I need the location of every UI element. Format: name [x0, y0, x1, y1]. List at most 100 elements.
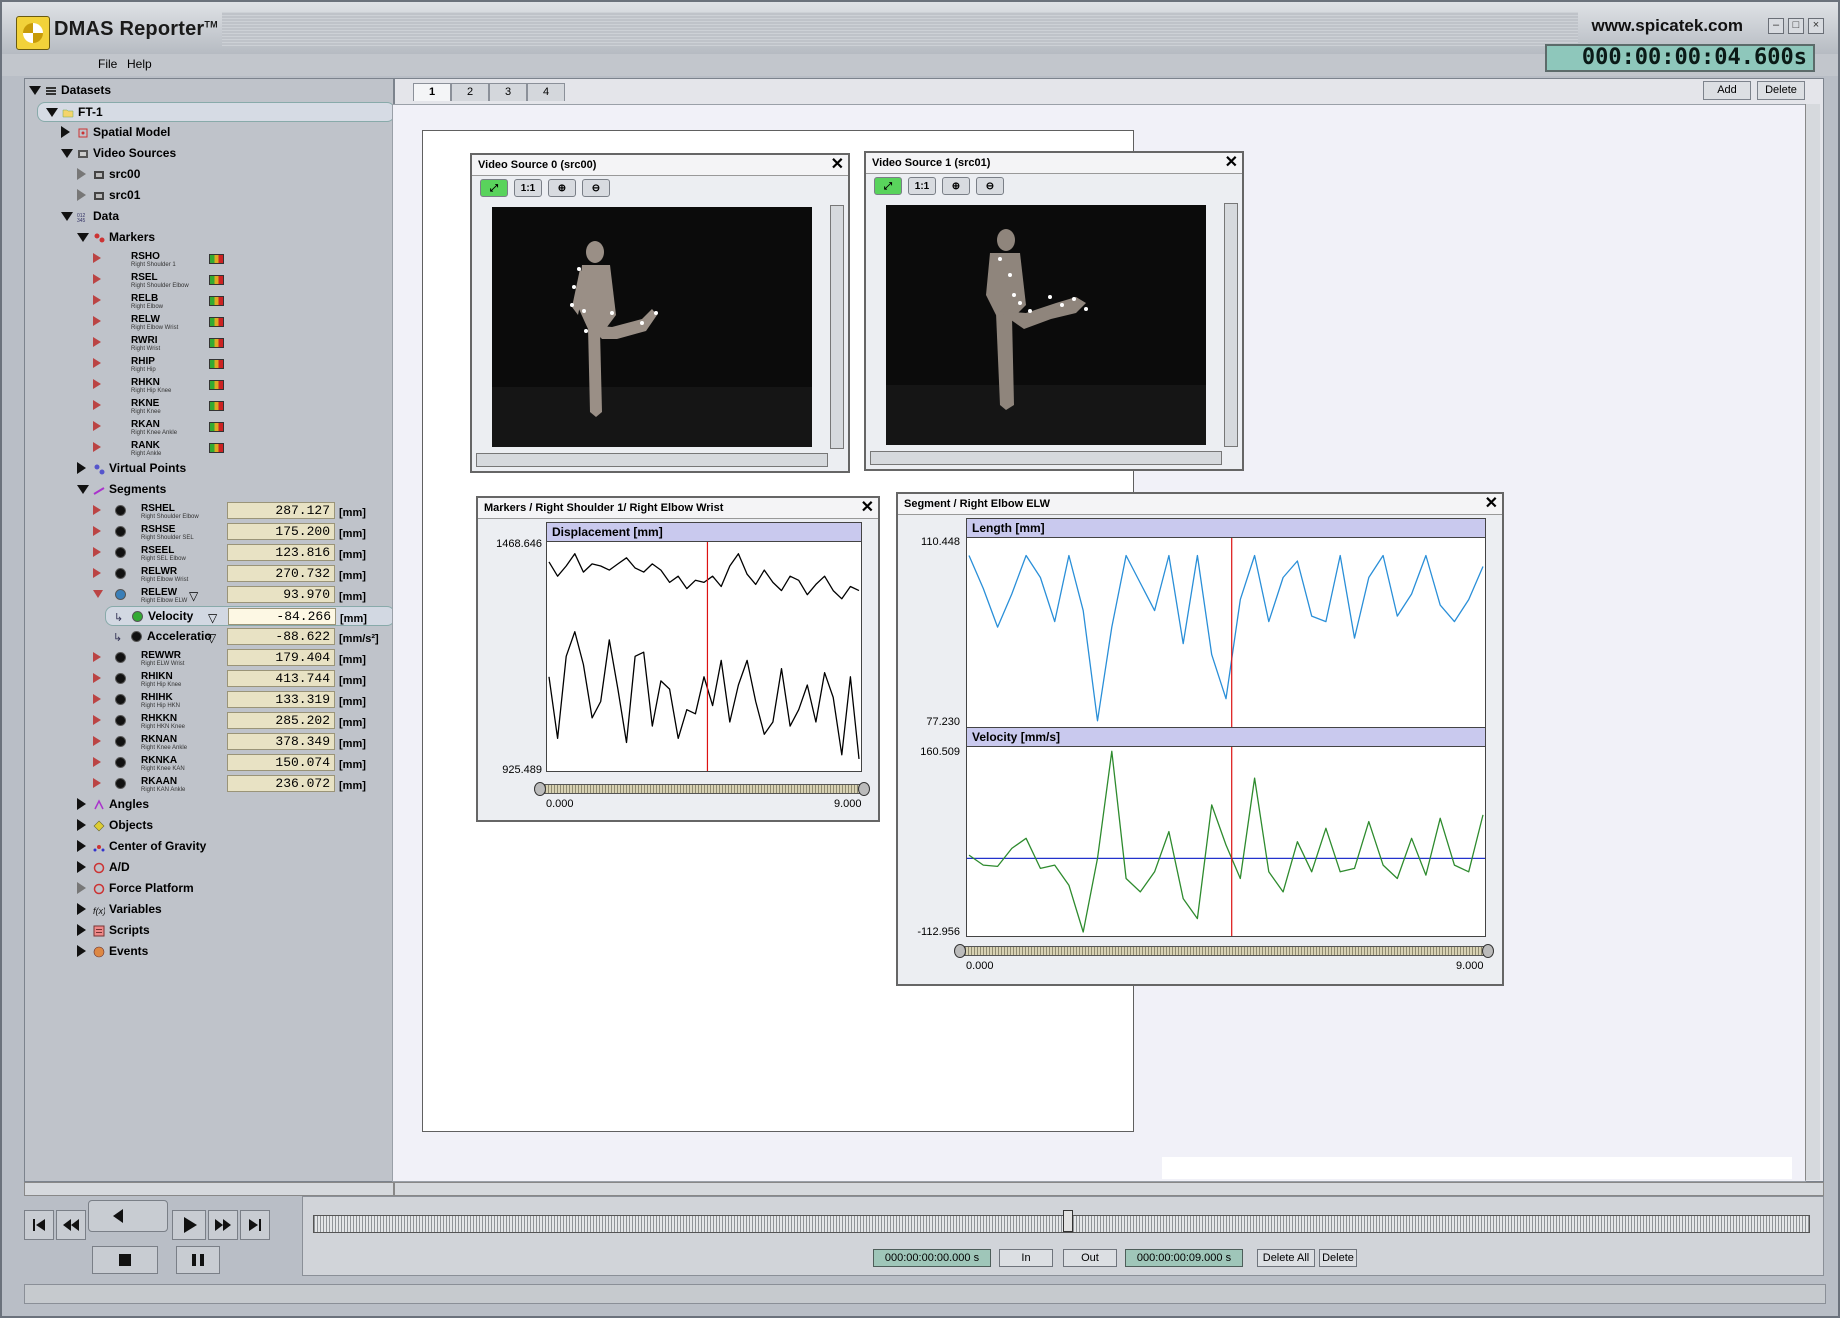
marker-item[interactable]: RKNE Right Knee: [25, 396, 393, 415]
expand-right-icon[interactable]: [93, 295, 101, 305]
video-panel-0[interactable]: Video Source 0 (src00) ✕ ⤢ 1:1 ⊕ ⊖: [470, 153, 850, 473]
tab-1[interactable]: 1: [413, 83, 451, 101]
expand-right-icon[interactable]: [61, 126, 70, 138]
filter-icon[interactable]: ▽: [208, 609, 217, 627]
expand-icon[interactable]: [93, 568, 101, 578]
in-button[interactable]: In: [999, 1249, 1053, 1267]
range-end-handle[interactable]: [1482, 944, 1494, 958]
tree-variables[interactable]: f(x) Variables: [25, 900, 393, 918]
video-0-hscroll[interactable]: [476, 453, 828, 467]
expand-right-icon[interactable]: [77, 798, 86, 810]
velocity-item[interactable]: ↳ Velocity ▽ -84.266 [mm]: [105, 606, 393, 627]
segment-item[interactable]: RHIHK Right Hip HKN 133.319 [mm]: [25, 690, 393, 709]
segment-item[interactable]: RSEEL Right SEL Elbow 123.816 [mm]: [25, 543, 393, 562]
tree-src01[interactable]: src01: [25, 186, 393, 204]
marker-item[interactable]: RKAN Right Knee Ankle: [25, 417, 393, 436]
menu-file[interactable]: File: [98, 57, 117, 71]
close-icon[interactable]: ✕: [831, 156, 844, 174]
zoom-in-icon[interactable]: ⊕: [942, 177, 970, 195]
range-start-handle[interactable]: [954, 944, 966, 958]
expand-right-icon[interactable]: [93, 421, 101, 431]
fit-icon[interactable]: ⤢: [480, 179, 508, 197]
expand-icon[interactable]: [93, 505, 101, 515]
filter-icon[interactable]: ▽: [207, 629, 216, 647]
close-icon[interactable]: ×: [1808, 18, 1824, 34]
timeline-track[interactable]: [313, 1215, 1810, 1233]
tab-2[interactable]: 2: [451, 83, 489, 101]
timeline-playhead[interactable]: [1063, 1210, 1073, 1232]
expand-down-icon[interactable]: [61, 212, 73, 221]
end-time-field[interactable]: 000:00:00:09.000 s: [1125, 1249, 1243, 1267]
maximize-icon[interactable]: □: [1788, 18, 1804, 34]
expand-right-icon[interactable]: [77, 462, 86, 474]
tree-events[interactable]: Events: [25, 942, 393, 960]
expand-icon[interactable]: [93, 652, 101, 662]
acceleration-item[interactable]: ↳ Acceleratio ▽ -88.622 [mm/s²]: [25, 627, 393, 645]
tree-force-platform[interactable]: Force Platform: [25, 879, 393, 897]
expand-icon[interactable]: [93, 526, 101, 536]
expand-right-icon[interactable]: [77, 945, 86, 957]
expand-right-icon[interactable]: [93, 358, 101, 368]
expand-right-icon[interactable]: [93, 253, 101, 263]
segment-item[interactable]: RHIKN Right Hip Knee 413.744 [mm]: [25, 669, 393, 688]
filter-icon[interactable]: ▽: [189, 587, 198, 605]
marker-item[interactable]: RHKN Right Hip Knee: [25, 375, 393, 394]
expand-right-icon[interactable]: [77, 924, 86, 936]
tree-dataset-ft1[interactable]: FT-1: [37, 102, 393, 122]
stop-icon[interactable]: [92, 1246, 158, 1274]
add-button[interactable]: Add: [1703, 81, 1751, 100]
rewind-icon[interactable]: [56, 1210, 86, 1240]
expand-icon[interactable]: [93, 673, 101, 683]
video-1-vscroll[interactable]: [1224, 203, 1238, 447]
expand-right-icon[interactable]: [93, 337, 101, 347]
expand-down-icon[interactable]: [77, 233, 89, 242]
expand-down-icon[interactable]: [77, 485, 89, 494]
close-icon[interactable]: ✕: [1225, 154, 1238, 172]
tree-ad[interactable]: A/D: [25, 858, 393, 876]
expand-right-icon[interactable]: [93, 379, 101, 389]
minimize-icon[interactable]: –: [1768, 18, 1784, 34]
tree-virtual-points[interactable]: Virtual Points: [25, 459, 393, 477]
range-slider[interactable]: [954, 944, 1494, 958]
play-icon[interactable]: [172, 1210, 206, 1240]
tree-angles[interactable]: Angles: [25, 795, 393, 813]
expand-right-icon[interactable]: [77, 168, 86, 180]
tree-segments[interactable]: Segments: [25, 480, 393, 498]
close-icon[interactable]: ✕: [861, 499, 874, 517]
zoom-in-icon[interactable]: ⊕: [548, 179, 576, 197]
marker-item[interactable]: RANK Right Ankle: [25, 438, 393, 457]
play-reverse-icon[interactable]: [88, 1200, 168, 1232]
menu-help[interactable]: Help: [127, 57, 152, 71]
tree-src00[interactable]: src00: [25, 165, 393, 183]
fast-forward-icon[interactable]: [208, 1210, 238, 1240]
segment-item[interactable]: REWWR Right ELW Wrist 179.404 [mm]: [25, 648, 393, 667]
segment-item[interactable]: RELWR Right Elbow Wrist 270.732 [mm]: [25, 564, 393, 583]
expand-icon[interactable]: [93, 736, 101, 746]
zoom-out-icon[interactable]: ⊖: [976, 177, 1004, 195]
delete-all-button[interactable]: Delete All: [1257, 1249, 1315, 1267]
expand-right-icon[interactable]: [77, 882, 86, 894]
expand-right-icon[interactable]: [77, 861, 86, 873]
range-slider[interactable]: [534, 782, 870, 796]
expand-down-icon[interactable]: [29, 86, 41, 95]
out-button[interactable]: Out: [1063, 1249, 1117, 1267]
delete-button[interactable]: Delete: [1757, 81, 1805, 100]
tree-objects[interactable]: Objects: [25, 816, 393, 834]
marker-item[interactable]: RHIP Right Hip: [25, 354, 393, 373]
close-icon[interactable]: ✕: [1485, 495, 1498, 513]
pause-icon[interactable]: [176, 1246, 220, 1274]
marker-item[interactable]: RSEL Right Shoulder Elbow: [25, 270, 393, 289]
segment-item[interactable]: RHKKN Right HKN Knee 285.202 [mm]: [25, 711, 393, 730]
segment-item[interactable]: RKAAN Right KAN Ankle 236.072 [mm]: [25, 774, 393, 793]
tab-4[interactable]: 4: [527, 83, 565, 101]
expand-icon[interactable]: [93, 694, 101, 704]
tree-hscrollbar[interactable]: [24, 1182, 394, 1196]
expand-icon[interactable]: [93, 547, 101, 557]
segment-chart-panel[interactable]: Segment / Right Elbow ELW ✕ Length [mm] …: [896, 492, 1504, 986]
range-start-handle[interactable]: [534, 782, 546, 796]
tree-markers[interactable]: Markers: [25, 228, 393, 246]
tree-cog[interactable]: Center of Gravity: [25, 837, 393, 855]
workspace-vscrollbar[interactable]: [1805, 104, 1820, 1180]
expand-down-icon[interactable]: [61, 149, 73, 158]
marker-item[interactable]: RELW Right Elbow Wrist: [25, 312, 393, 331]
